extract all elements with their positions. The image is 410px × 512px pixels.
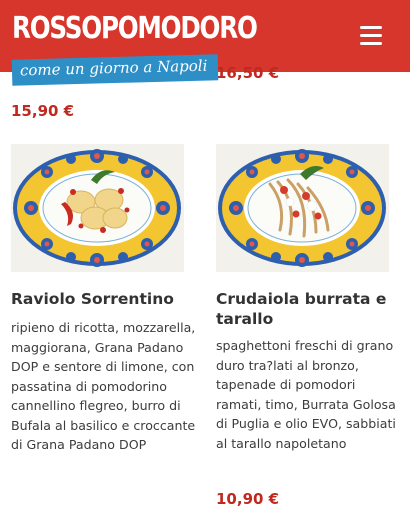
page: 16,50 € ROSSOPOMODORO come un giorno a N…	[0, 0, 410, 512]
dish-image[interactable]	[11, 144, 184, 272]
previous-item-price: 15,90 €	[11, 102, 75, 120]
menu-list: 15,90 € Raviolo Sorrentino ripieno di ri…	[0, 72, 410, 512]
previous-item-price: 16,50 €	[216, 64, 280, 82]
spaghetti-plate-image	[216, 144, 389, 272]
brand-logo[interactable]: ROSSOPOMODORO	[12, 14, 258, 44]
ravioli-plate-image	[11, 144, 184, 272]
tagline-text: come un giorno a Napoli	[19, 56, 208, 80]
dish-title[interactable]: Raviolo Sorrentino	[11, 289, 191, 309]
menu-icon-bar	[360, 34, 382, 37]
dish-image[interactable]	[216, 144, 389, 272]
menu-icon-bar	[360, 42, 382, 45]
dish-price: 10,90 €	[216, 490, 280, 508]
menu-icon-bar	[360, 26, 382, 29]
dish-description: ripieno di ricotta, mozzarella, maggiora…	[11, 320, 196, 452]
tagline-banner: come un giorno a Napoli	[11, 54, 219, 86]
dish-title[interactable]: Crudaiola burrata e tarallo	[216, 289, 401, 329]
hamburger-menu-button[interactable]	[360, 26, 382, 46]
dish-description: spaghettoni freschi di grano duro tra?la…	[216, 338, 396, 451]
